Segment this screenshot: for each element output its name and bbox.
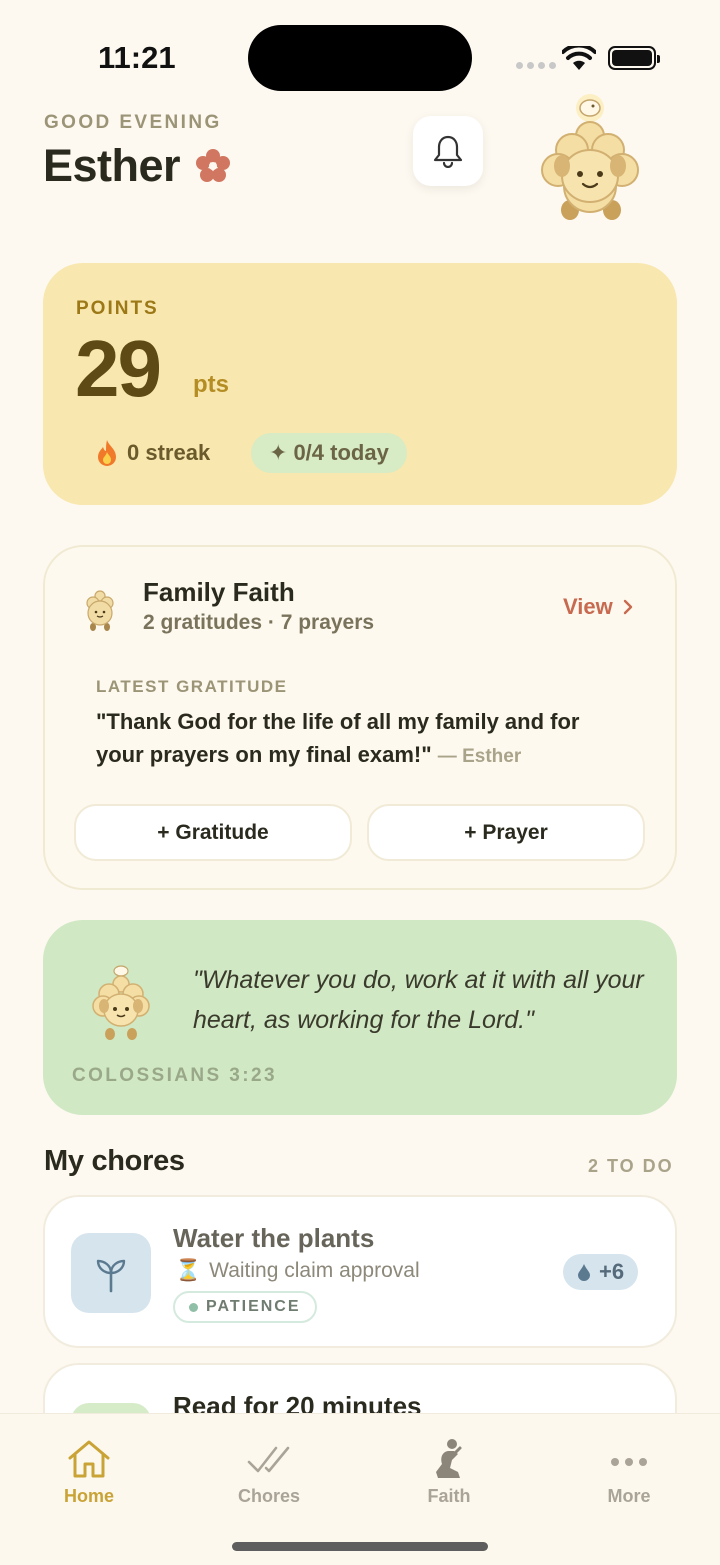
view-family-faith-link[interactable]: View — [563, 594, 633, 620]
latest-gratitude-label: LATEST GRATITUDE — [96, 677, 288, 696]
streak-text: 0 streak — [127, 440, 211, 465]
tab-chores[interactable]: Chores — [199, 1438, 339, 1507]
family-faith-title: Family Faith — [143, 577, 295, 607]
verse-reference: COLOSSIANS 3:23 — [72, 1065, 277, 1086]
tab-faith[interactable]: Faith — [379, 1438, 519, 1507]
view-label: View — [563, 594, 613, 619]
points-unit: pts — [193, 371, 229, 398]
points-card: POINTS 29 pts 0 streak ✦ 0/4 today — [43, 263, 677, 505]
praying-icon — [436, 1439, 462, 1478]
bell-icon — [433, 135, 463, 168]
water-drop-icon — [578, 1264, 590, 1281]
chore-points-badge: +6 — [563, 1254, 639, 1290]
family-faith-card: Family Faith 2 gratitudes · 7 prayers Vi… — [43, 545, 677, 890]
tab-label: Chores — [237, 1486, 300, 1506]
lamb-mascot-avatar[interactable] — [530, 88, 650, 228]
notifications-button[interactable] — [413, 116, 483, 186]
home-icon — [68, 1440, 110, 1478]
virtue-tag-label: PATIENCE — [206, 1298, 301, 1315]
latest-gratitude-author: — Esther — [437, 746, 522, 767]
tag-dot — [189, 1302, 198, 1312]
latest-gratitude-quote: "Thank God for the life of all my family… — [96, 705, 616, 773]
add-prayer-button[interactable]: + Prayer — [367, 804, 645, 861]
lamb-icon — [86, 590, 114, 631]
tab-home[interactable]: Home — [19, 1438, 159, 1507]
chore-status-text: Waiting claim approval — [209, 1259, 420, 1282]
verse-card: "Whatever you do, work at it with all yo… — [43, 920, 677, 1115]
battery-icon — [608, 46, 660, 70]
status-time: 11:21 — [98, 40, 176, 75]
flower-icon — [196, 149, 230, 182]
virtue-tag: PATIENCE — [173, 1291, 317, 1323]
home-indicator[interactable] — [232, 1542, 488, 1551]
today-progress-text: 0/4 today — [293, 440, 389, 465]
chore-card[interactable]: Water the plants ⏳ Waiting claim approva… — [43, 1195, 677, 1348]
verse-text: "Whatever you do, work at it with all yo… — [193, 966, 644, 1034]
more-icon — [611, 1458, 647, 1466]
hourglass-icon: ⏳ — [175, 1259, 202, 1282]
tab-more[interactable]: More — [559, 1438, 699, 1507]
chore-status: ⏳ Waiting claim approval — [175, 1259, 420, 1283]
signal-icon — [516, 62, 556, 69]
tab-label: More — [607, 1486, 651, 1506]
chevron-right-icon — [623, 599, 632, 615]
streak-indicator: 0 streak — [95, 439, 210, 467]
chores-count: 2 TO DO — [588, 1156, 674, 1176]
sparkle-icon: ✦ — [269, 440, 288, 465]
today-progress-badge: ✦ 0/4 today — [251, 433, 407, 473]
lamb-icon — [92, 965, 150, 1040]
chores-section-title: My chores — [44, 1145, 185, 1177]
tab-label: Home — [63, 1486, 114, 1506]
sprout-icon — [71, 1233, 151, 1313]
dynamic-island — [248, 25, 472, 91]
wifi-icon — [562, 46, 596, 70]
family-faith-subtitle: 2 gratitudes · 7 prayers — [143, 611, 375, 634]
points-label: POINTS — [76, 298, 159, 319]
tab-label: Faith — [427, 1486, 471, 1506]
user-name: Esther — [43, 140, 181, 191]
fire-icon — [98, 440, 116, 466]
add-gratitude-button[interactable]: + Gratitude — [74, 804, 352, 861]
checks-icon — [247, 1446, 290, 1473]
chore-points-value: +6 — [599, 1259, 625, 1284]
chore-name: Water the plants — [173, 1223, 375, 1253]
points-value: 29 — [75, 324, 162, 413]
greeting: GOOD EVENING — [44, 112, 222, 133]
tab-bar: Home Chores Faith More — [0, 1413, 720, 1565]
